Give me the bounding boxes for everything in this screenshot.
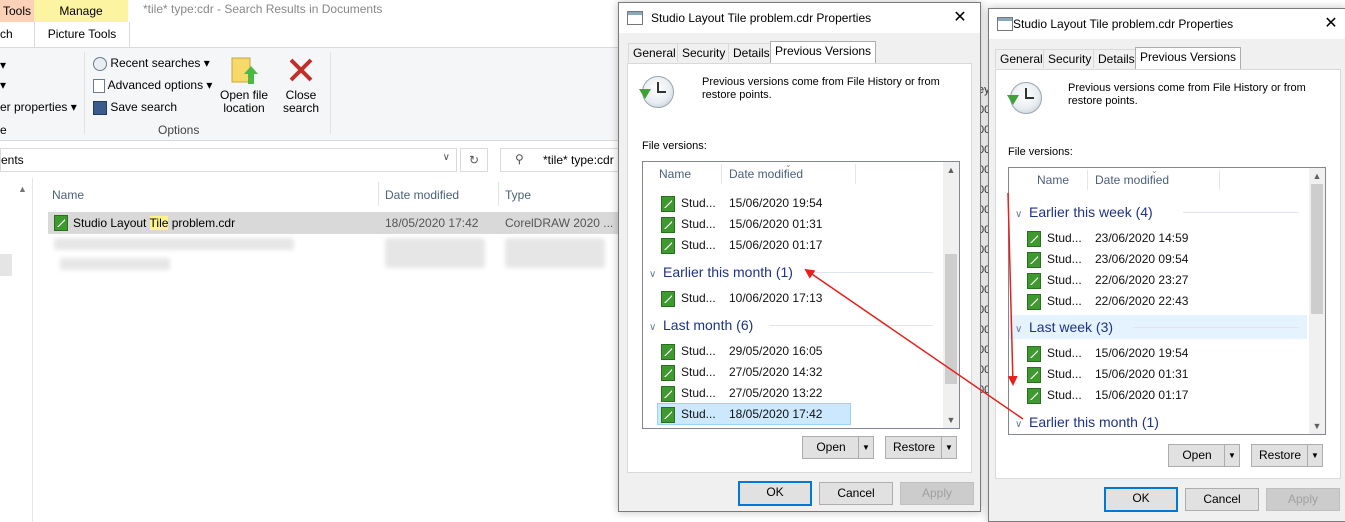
- tab-previous-versions[interactable]: Previous Versions: [1135, 47, 1242, 69]
- annotation-arrow-vertical: [1007, 192, 1018, 386]
- annotation-arrows: [804, 192, 1024, 420]
- tab-previous-versions[interactable]: Previous Versions: [770, 41, 877, 63]
- annotation-arrow-diagonal: [804, 268, 1024, 420]
